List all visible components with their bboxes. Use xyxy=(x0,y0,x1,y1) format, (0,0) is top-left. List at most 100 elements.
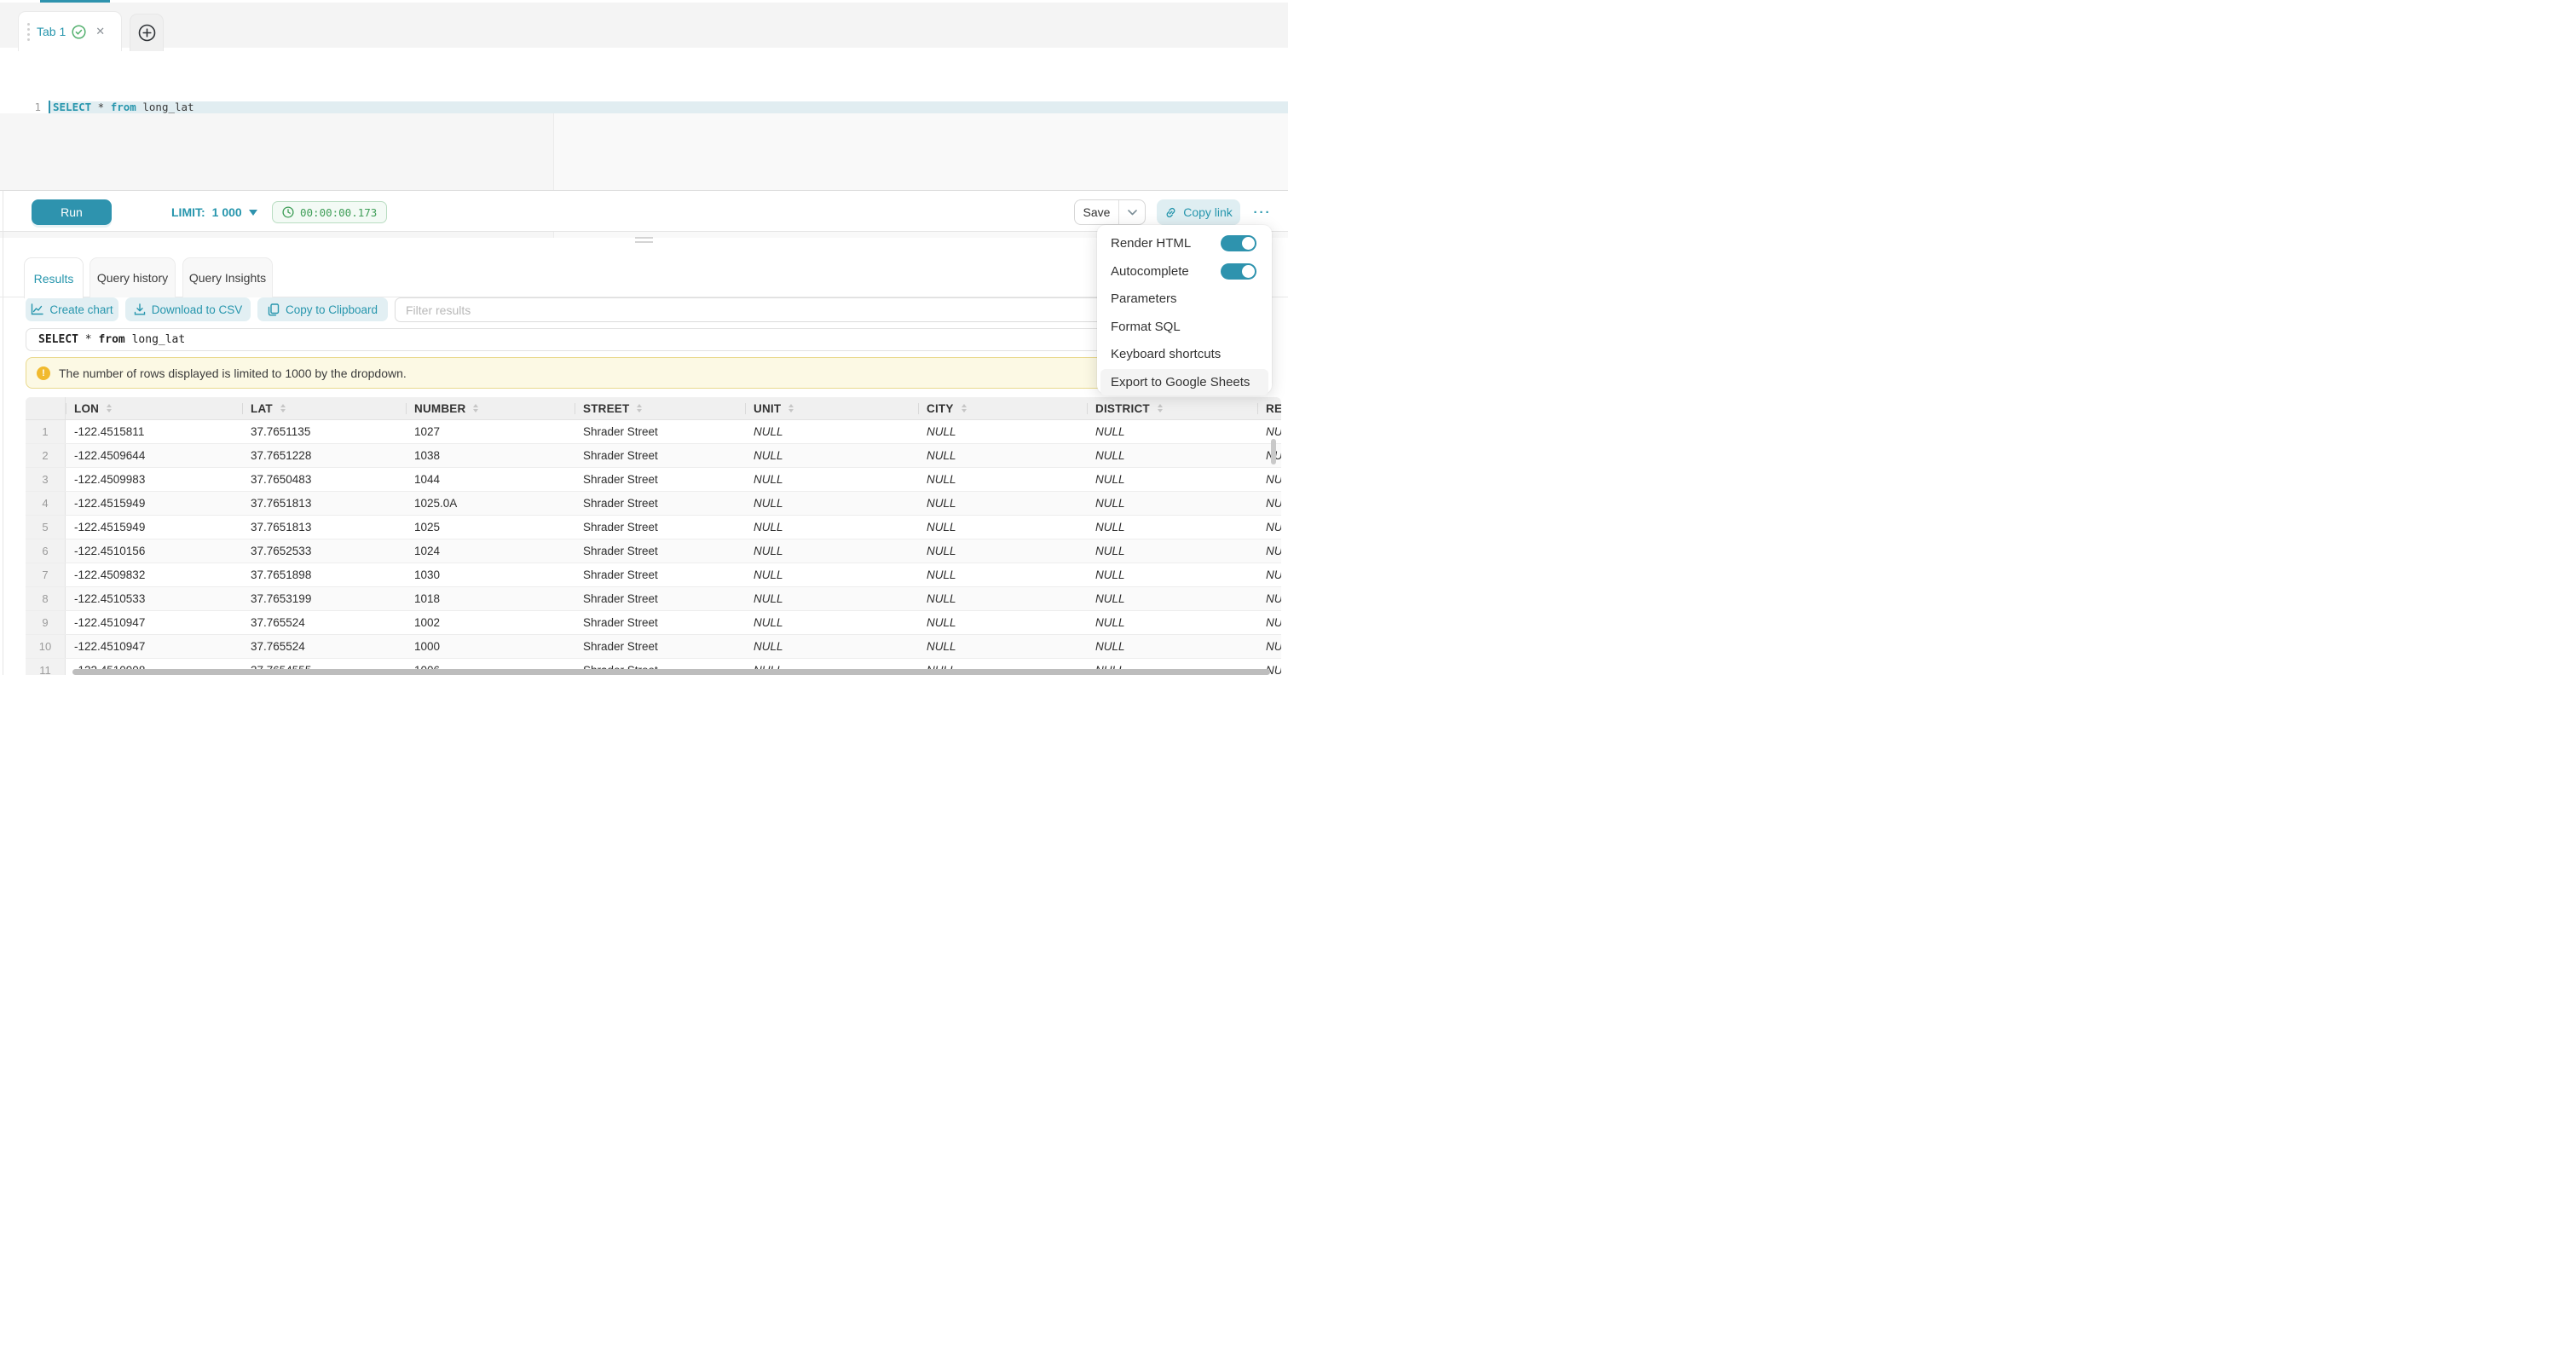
column-header-unit[interactable]: UNIT xyxy=(745,397,918,419)
table-cell[interactable]: NULL xyxy=(745,587,918,610)
table-row[interactable]: 7-122.450983237.76518981030Shrader Stree… xyxy=(26,563,1281,587)
table-cell[interactable]: NULL xyxy=(745,468,918,491)
table-cell[interactable]: 1025.0A xyxy=(406,492,575,515)
table-row[interactable]: 6-122.451015637.76525331024Shrader Stree… xyxy=(26,539,1281,563)
table-cell[interactable]: NULL xyxy=(918,611,1087,634)
table-cell[interactable]: Shrader Street xyxy=(575,611,745,634)
table-cell[interactable]: 1018 xyxy=(406,587,575,610)
table-cell[interactable]: 1030 xyxy=(406,563,575,586)
table-cell[interactable]: NULL xyxy=(745,492,918,515)
table-cell[interactable]: NULL xyxy=(918,516,1087,539)
new-tab-button[interactable] xyxy=(130,14,164,51)
table-cell[interactable]: -122.4510947 xyxy=(66,611,242,634)
table-cell[interactable]: Shrader Street xyxy=(575,635,745,658)
table-cell[interactable]: NULL xyxy=(918,539,1087,562)
column-header-lat[interactable]: LAT xyxy=(242,397,406,419)
table-cell[interactable]: NULL xyxy=(745,563,918,586)
table-cell[interactable]: NULL xyxy=(1257,420,1281,443)
table-cell[interactable]: -122.4509644 xyxy=(66,444,242,467)
column-header-lon[interactable]: LON xyxy=(66,397,242,419)
sql-code-line[interactable]: SELECT * from long_lat xyxy=(53,101,194,113)
column-header-city[interactable]: CITY xyxy=(918,397,1087,419)
table-cell[interactable]: 37.7651813 xyxy=(242,516,406,539)
table-cell[interactable]: NULL xyxy=(1087,468,1257,491)
tab-query-insights[interactable]: Query Insights xyxy=(182,257,273,297)
table-row[interactable]: 2-122.450964437.76512281038Shrader Stree… xyxy=(26,444,1281,468)
table-cell[interactable]: -122.4515949 xyxy=(66,492,242,515)
column-header-district[interactable]: DISTRICT xyxy=(1087,397,1257,419)
table-cell[interactable]: NULL xyxy=(745,420,918,443)
sort-icon[interactable] xyxy=(637,404,642,413)
drag-handle-icon[interactable] xyxy=(27,23,31,41)
sql-editor[interactable]: 1 SELECT * from long_lat xyxy=(0,48,1288,191)
tab-query-1[interactable]: Tab 1 ✕ xyxy=(18,11,122,51)
table-cell[interactable]: NULL xyxy=(1087,635,1257,658)
table-cell[interactable]: NULL xyxy=(918,468,1087,491)
sort-icon[interactable] xyxy=(788,404,794,413)
table-cell[interactable]: 37.7652533 xyxy=(242,539,406,562)
table-cell[interactable]: NULL xyxy=(745,635,918,658)
menu-item-autocomplete[interactable]: Autocomplete xyxy=(1100,258,1268,285)
table-cell[interactable]: -122.4510947 xyxy=(66,635,242,658)
sort-icon[interactable] xyxy=(280,404,286,413)
table-cell[interactable]: 1024 xyxy=(406,539,575,562)
save-options-button[interactable] xyxy=(1118,200,1145,224)
table-cell[interactable]: 37.765524 xyxy=(242,635,406,658)
table-cell[interactable]: NULL xyxy=(1087,539,1257,562)
table-cell[interactable]: NULL xyxy=(1087,516,1257,539)
column-header-number[interactable]: NUMBER xyxy=(406,397,575,419)
table-cell[interactable]: -122.4509983 xyxy=(66,468,242,491)
pane-resize-handle[interactable] xyxy=(635,237,653,245)
table-cell[interactable]: NULL xyxy=(1257,635,1281,658)
table-cell[interactable]: NULL xyxy=(1087,420,1257,443)
table-cell[interactable]: -122.4510156 xyxy=(66,539,242,562)
table-cell[interactable]: NULL xyxy=(918,492,1087,515)
table-row[interactable]: 5-122.451594937.76518131025Shrader Stree… xyxy=(26,516,1281,539)
download-csv-button[interactable]: Download to CSV xyxy=(125,297,251,321)
table-cell[interactable]: NULL xyxy=(745,611,918,634)
tab-results[interactable]: Results xyxy=(24,257,84,298)
tab-query-history[interactable]: Query history xyxy=(90,257,176,297)
table-cell[interactable]: Shrader Street xyxy=(575,516,745,539)
table-cell[interactable]: 37.7651813 xyxy=(242,492,406,515)
table-row[interactable]: 9-122.451094737.7655241002Shrader Street… xyxy=(26,611,1281,635)
table-row[interactable]: 8-122.451053337.76531991018Shrader Stree… xyxy=(26,587,1281,611)
table-cell[interactable]: 37.7651135 xyxy=(242,420,406,443)
sort-icon[interactable] xyxy=(962,404,967,413)
table-cell[interactable]: NULL xyxy=(1257,492,1281,515)
table-cell[interactable]: -122.4515949 xyxy=(66,516,242,539)
table-cell[interactable]: 37.7651898 xyxy=(242,563,406,586)
table-cell[interactable]: 1002 xyxy=(406,611,575,634)
close-tab-icon[interactable]: ✕ xyxy=(95,25,105,38)
table-cell[interactable]: 37.7653199 xyxy=(242,587,406,610)
table-cell[interactable]: Shrader Street xyxy=(575,539,745,562)
table-cell[interactable]: NULL xyxy=(1087,611,1257,634)
table-cell[interactable]: Shrader Street xyxy=(575,492,745,515)
table-cell[interactable]: NULL xyxy=(918,635,1087,658)
table-cell[interactable]: 37.765524 xyxy=(242,611,406,634)
table-cell[interactable]: NULL xyxy=(1257,468,1281,491)
table-cell[interactable]: NULL xyxy=(745,539,918,562)
table-cell[interactable]: NULL xyxy=(1257,563,1281,586)
table-cell[interactable]: NULL xyxy=(1257,444,1281,467)
vertical-scrollbar[interactable] xyxy=(1271,439,1276,464)
table-cell[interactable]: NULL xyxy=(745,516,918,539)
table-cell[interactable]: -122.4510533 xyxy=(66,587,242,610)
table-cell[interactable]: NULL xyxy=(1257,611,1281,634)
table-cell[interactable]: NULL xyxy=(745,444,918,467)
more-options-button[interactable]: ··· xyxy=(1249,199,1276,225)
table-cell[interactable]: 1044 xyxy=(406,468,575,491)
table-cell[interactable]: 1027 xyxy=(406,420,575,443)
table-cell[interactable]: -122.4515811 xyxy=(66,420,242,443)
toggle-switch-on[interactable] xyxy=(1221,263,1256,280)
menu-item-format-sql[interactable]: Format SQL xyxy=(1100,314,1268,340)
table-cell[interactable]: 1038 xyxy=(406,444,575,467)
table-cell[interactable]: NULL xyxy=(918,420,1087,443)
table-row[interactable]: 3-122.450998337.76504831044Shrader Stree… xyxy=(26,468,1281,492)
menu-item-parameters[interactable]: Parameters xyxy=(1100,286,1268,312)
table-cell[interactable]: NULL xyxy=(918,444,1087,467)
table-cell[interactable]: NULL xyxy=(918,563,1087,586)
table-cell[interactable]: -122.4509832 xyxy=(66,563,242,586)
menu-item-render-html[interactable]: Render HTML xyxy=(1100,230,1268,257)
horizontal-scrollbar[interactable] xyxy=(72,669,1270,675)
